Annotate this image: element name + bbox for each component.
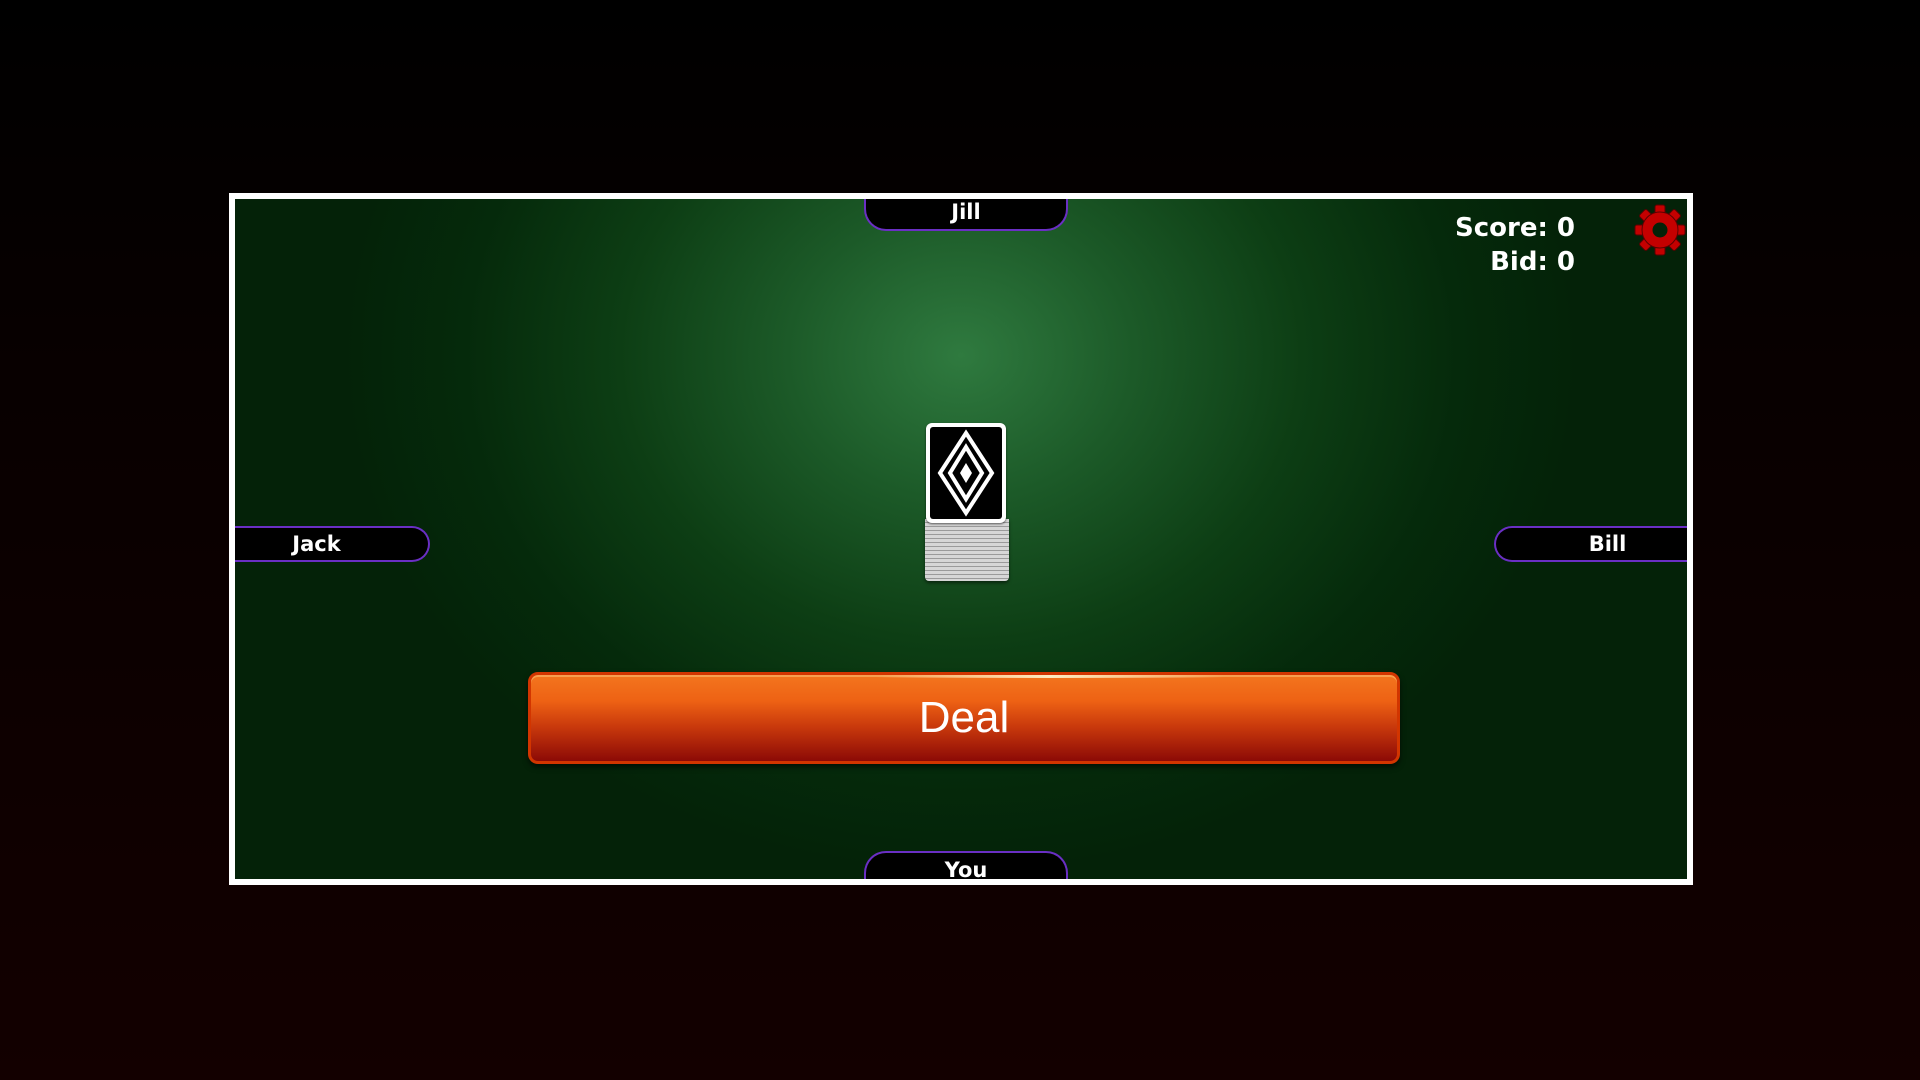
deal-button[interactable]: Deal [528,672,1400,764]
player-name-left: Jack [235,526,430,562]
player-name-top: Jill [864,199,1068,231]
gear-icon[interactable] [1633,203,1687,257]
card-back-pattern [930,427,1002,519]
game-screen: Jill Jack Bill You Score: 0 Bid: 0 Deal [0,0,1920,1080]
diamond-pattern-icon [937,429,995,517]
gear-icon-graphic [1634,204,1686,256]
deal-button-shine [877,675,1224,678]
bid-text: Bid: 0 [1490,247,1575,277]
score-panel: Score: 0 Bid: 0 [1455,211,1575,279]
score-text: Score: 0 [1455,213,1575,243]
card-back [926,423,1006,523]
deck-stack [925,519,1009,581]
deal-button-label: Deal [918,693,1010,742]
player-name-bottom: You [864,851,1068,879]
card-deck [923,423,1013,587]
player-name-right: Bill [1494,526,1687,562]
card-table: Jill Jack Bill You Score: 0 Bid: 0 Deal [229,193,1693,885]
